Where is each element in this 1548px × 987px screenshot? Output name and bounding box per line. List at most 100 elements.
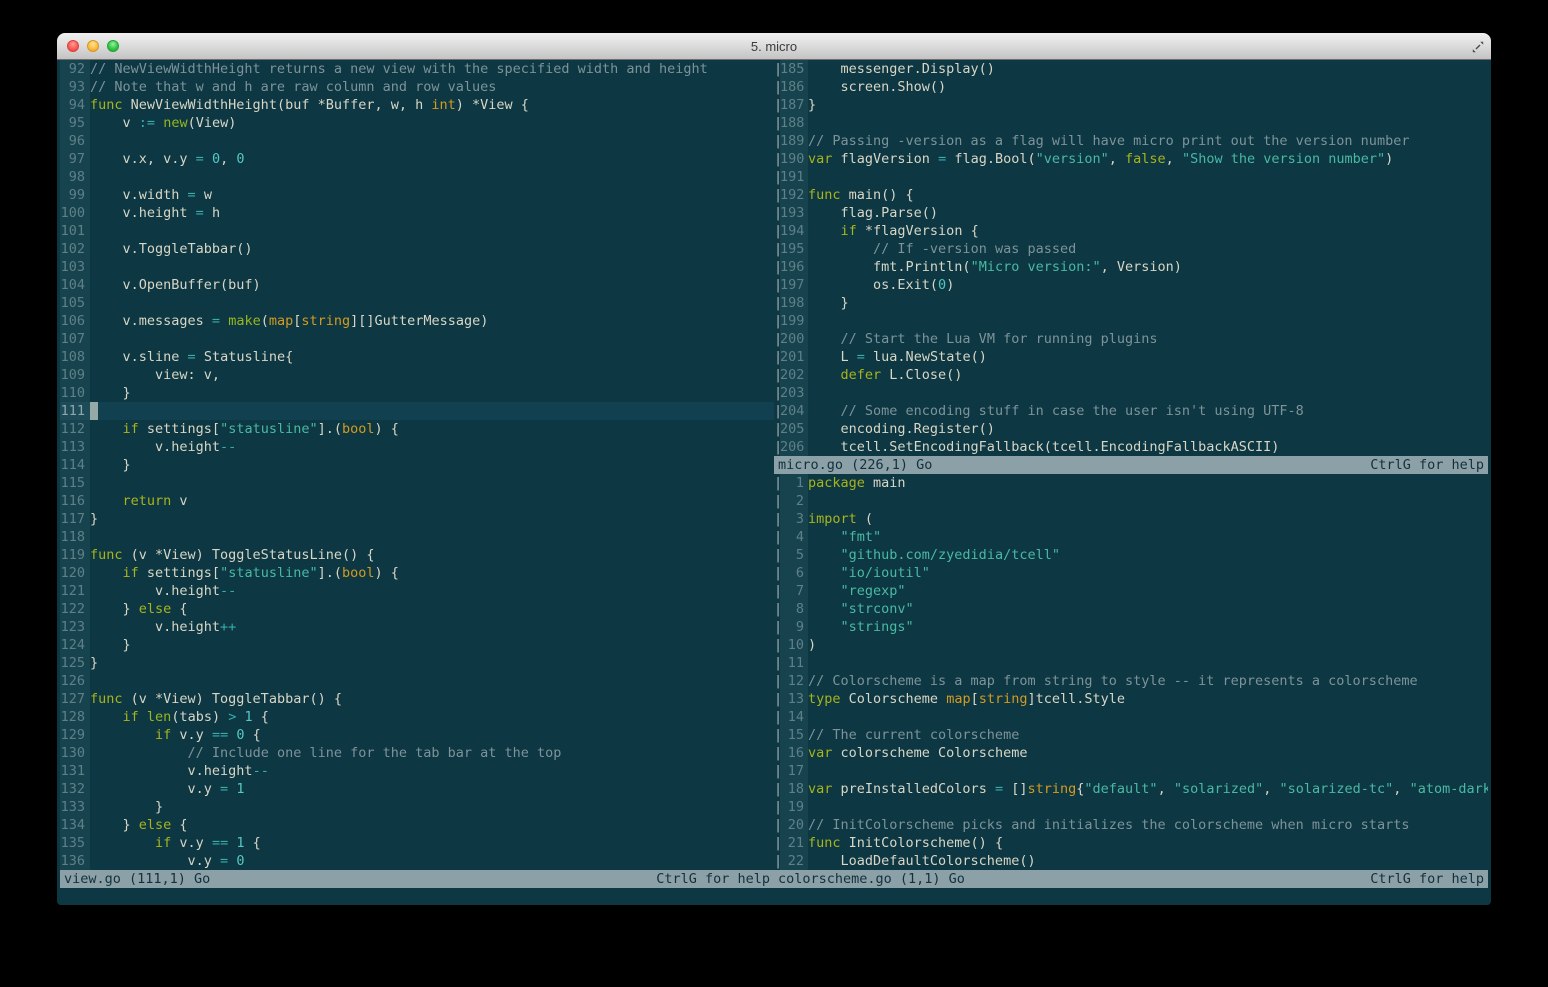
code-line[interactable]: |202 defer L.Close() (774, 366, 1488, 384)
code-line[interactable]: 116 return v (60, 492, 774, 510)
code-line[interactable]: 129 if v.y == 0 { (60, 726, 774, 744)
code-line[interactable]: |200 // Start the Lua VM for running plu… (774, 330, 1488, 348)
close-button[interactable] (67, 40, 79, 52)
code-line[interactable]: |7 "regexp" (774, 582, 1488, 600)
code-line[interactable]: 97 v.x, v.y = 0, 0 (60, 150, 774, 168)
code-line[interactable]: 125} (60, 654, 774, 672)
code-line[interactable]: |21func InitColorscheme() { (774, 834, 1488, 852)
code-line[interactable]: |206 tcell.SetEncodingFallback(tcell.Enc… (774, 438, 1488, 456)
code-line[interactable]: 99 v.width = w (60, 186, 774, 204)
code-line[interactable]: |4 "fmt" (774, 528, 1488, 546)
editor-pane-view-go[interactable]: 92// NewViewWidthHeight returns a new vi… (60, 60, 774, 870)
code-line[interactable]: |17 (774, 762, 1488, 780)
code-line[interactable]: 115 (60, 474, 774, 492)
code-line[interactable]: 93// Note that w and h are raw column an… (60, 78, 774, 96)
code-line[interactable]: 111 (60, 402, 774, 420)
code-line[interactable]: |15// The current colorscheme (774, 726, 1488, 744)
code-line[interactable]: 103 (60, 258, 774, 276)
code-line[interactable]: 133 } (60, 798, 774, 816)
code-line[interactable]: |18var preInstalledColors = []string{"de… (774, 780, 1488, 798)
code-line[interactable]: |189// Passing -version as a flag will h… (774, 132, 1488, 150)
code-line[interactable]: 109 view: v, (60, 366, 774, 384)
zoom-button[interactable] (107, 40, 119, 52)
code-line[interactable]: |2 (774, 492, 1488, 510)
code-line[interactable]: |187} (774, 96, 1488, 114)
code-line[interactable]: 106 v.messages = make(map[string][]Gutte… (60, 312, 774, 330)
code-line[interactable]: 130 // Include one line for the tab bar … (60, 744, 774, 762)
code-line[interactable]: 98 (60, 168, 774, 186)
code-line[interactable]: 121 v.height-- (60, 582, 774, 600)
code-line[interactable]: |13type Colorscheme map[string]tcell.Sty… (774, 690, 1488, 708)
code-line[interactable]: 94func NewViewWidthHeight(buf *Buffer, w… (60, 96, 774, 114)
code-line[interactable]: |188 (774, 114, 1488, 132)
code-line[interactable]: |6 "io/ioutil" (774, 564, 1488, 582)
code-line[interactable]: |203 (774, 384, 1488, 402)
code-line[interactable]: |8 "strconv" (774, 600, 1488, 618)
code-line[interactable]: 122 } else { (60, 600, 774, 618)
code-line[interactable]: 102 v.ToggleTabbar() (60, 240, 774, 258)
code-line[interactable]: 135 if v.y == 1 { (60, 834, 774, 852)
code-line[interactable]: 134 } else { (60, 816, 774, 834)
code-line[interactable]: |201 L = lua.NewState() (774, 348, 1488, 366)
command-line[interactable] (60, 888, 1488, 905)
minimize-button[interactable] (87, 40, 99, 52)
code-line[interactable]: 120 if settings["statusline"].(bool) { (60, 564, 774, 582)
code-line[interactable]: |205 encoding.Register() (774, 420, 1488, 438)
code-line[interactable]: |19 (774, 798, 1488, 816)
statusbar-file-info: micro.go (226,1) Go (778, 456, 932, 474)
code-line[interactable]: |1package main (774, 474, 1488, 492)
code-line[interactable]: |196 fmt.Println("Micro version:", Versi… (774, 258, 1488, 276)
code-line[interactable]: |195 // If -version was passed (774, 240, 1488, 258)
code-line[interactable]: 95 v := new(View) (60, 114, 774, 132)
code-line[interactable]: 101 (60, 222, 774, 240)
code-line[interactable]: 128 if len(tabs) > 1 { (60, 708, 774, 726)
code-line[interactable]: |197 os.Exit(0) (774, 276, 1488, 294)
code-line[interactable]: |10) (774, 636, 1488, 654)
title-bar[interactable]: 5. micro (57, 33, 1491, 60)
code-line[interactable]: 113 v.height-- (60, 438, 774, 456)
code-line[interactable]: 126 (60, 672, 774, 690)
code-line[interactable]: |194 if *flagVersion { (774, 222, 1488, 240)
code-line[interactable]: |204 // Some encoding stuff in case the … (774, 402, 1488, 420)
code-line[interactable]: |191 (774, 168, 1488, 186)
code-line[interactable]: 112 if settings["statusline"].(bool) { (60, 420, 774, 438)
editor-pane-colorscheme-go[interactable]: |1package main|2|3import (|4 "fmt"|5 "gi… (774, 474, 1488, 870)
code-line[interactable]: |14 (774, 708, 1488, 726)
code-line[interactable]: 136 v.y = 0 (60, 852, 774, 870)
code-line[interactable]: 132 v.y = 1 (60, 780, 774, 798)
code-line[interactable]: 110 } (60, 384, 774, 402)
line-number: 195 (780, 240, 808, 258)
code-line[interactable]: |198 } (774, 294, 1488, 312)
code-line[interactable]: |9 "strings" (774, 618, 1488, 636)
fullscreen-icon[interactable] (1471, 39, 1485, 53)
code-line[interactable]: |186 screen.Show() (774, 78, 1488, 96)
code-line[interactable]: 104 v.OpenBuffer(buf) (60, 276, 774, 294)
code-line[interactable]: |192func main() { (774, 186, 1488, 204)
code-line[interactable]: |16var colorscheme Colorscheme (774, 744, 1488, 762)
code-line[interactable]: |185 messenger.Display() (774, 60, 1488, 78)
code-line[interactable]: 124 } (60, 636, 774, 654)
code-line[interactable]: |193 flag.Parse() (774, 204, 1488, 222)
code-line[interactable]: 119func (v *View) ToggleStatusLine() { (60, 546, 774, 564)
code-line[interactable]: 92// NewViewWidthHeight returns a new vi… (60, 60, 774, 78)
code-line[interactable]: |12// Colorscheme is a map from string t… (774, 672, 1488, 690)
code-line[interactable]: 96 (60, 132, 774, 150)
code-line[interactable]: 118 (60, 528, 774, 546)
code-line[interactable]: |3import ( (774, 510, 1488, 528)
code-line[interactable]: |20// InitColorscheme picks and initiali… (774, 816, 1488, 834)
code-line[interactable]: |5 "github.com/zyedidia/tcell" (774, 546, 1488, 564)
code-line[interactable]: |22 LoadDefaultColorscheme() (774, 852, 1488, 870)
code-line[interactable]: 107 (60, 330, 774, 348)
code-line[interactable]: 100 v.height = h (60, 204, 774, 222)
code-line[interactable]: 127func (v *View) ToggleTabbar() { (60, 690, 774, 708)
code-line[interactable]: |199 (774, 312, 1488, 330)
code-line[interactable]: 105 (60, 294, 774, 312)
code-line[interactable]: 131 v.height-- (60, 762, 774, 780)
code-line[interactable]: |190var flagVersion = flag.Bool("version… (774, 150, 1488, 168)
code-line[interactable]: 117} (60, 510, 774, 528)
editor-pane-micro-go[interactable]: |185 messenger.Display()|186 screen.Show… (774, 60, 1488, 456)
code-line[interactable]: |11 (774, 654, 1488, 672)
code-line[interactable]: 123 v.height++ (60, 618, 774, 636)
code-line[interactable]: 108 v.sline = Statusline{ (60, 348, 774, 366)
code-line[interactable]: 114 } (60, 456, 774, 474)
